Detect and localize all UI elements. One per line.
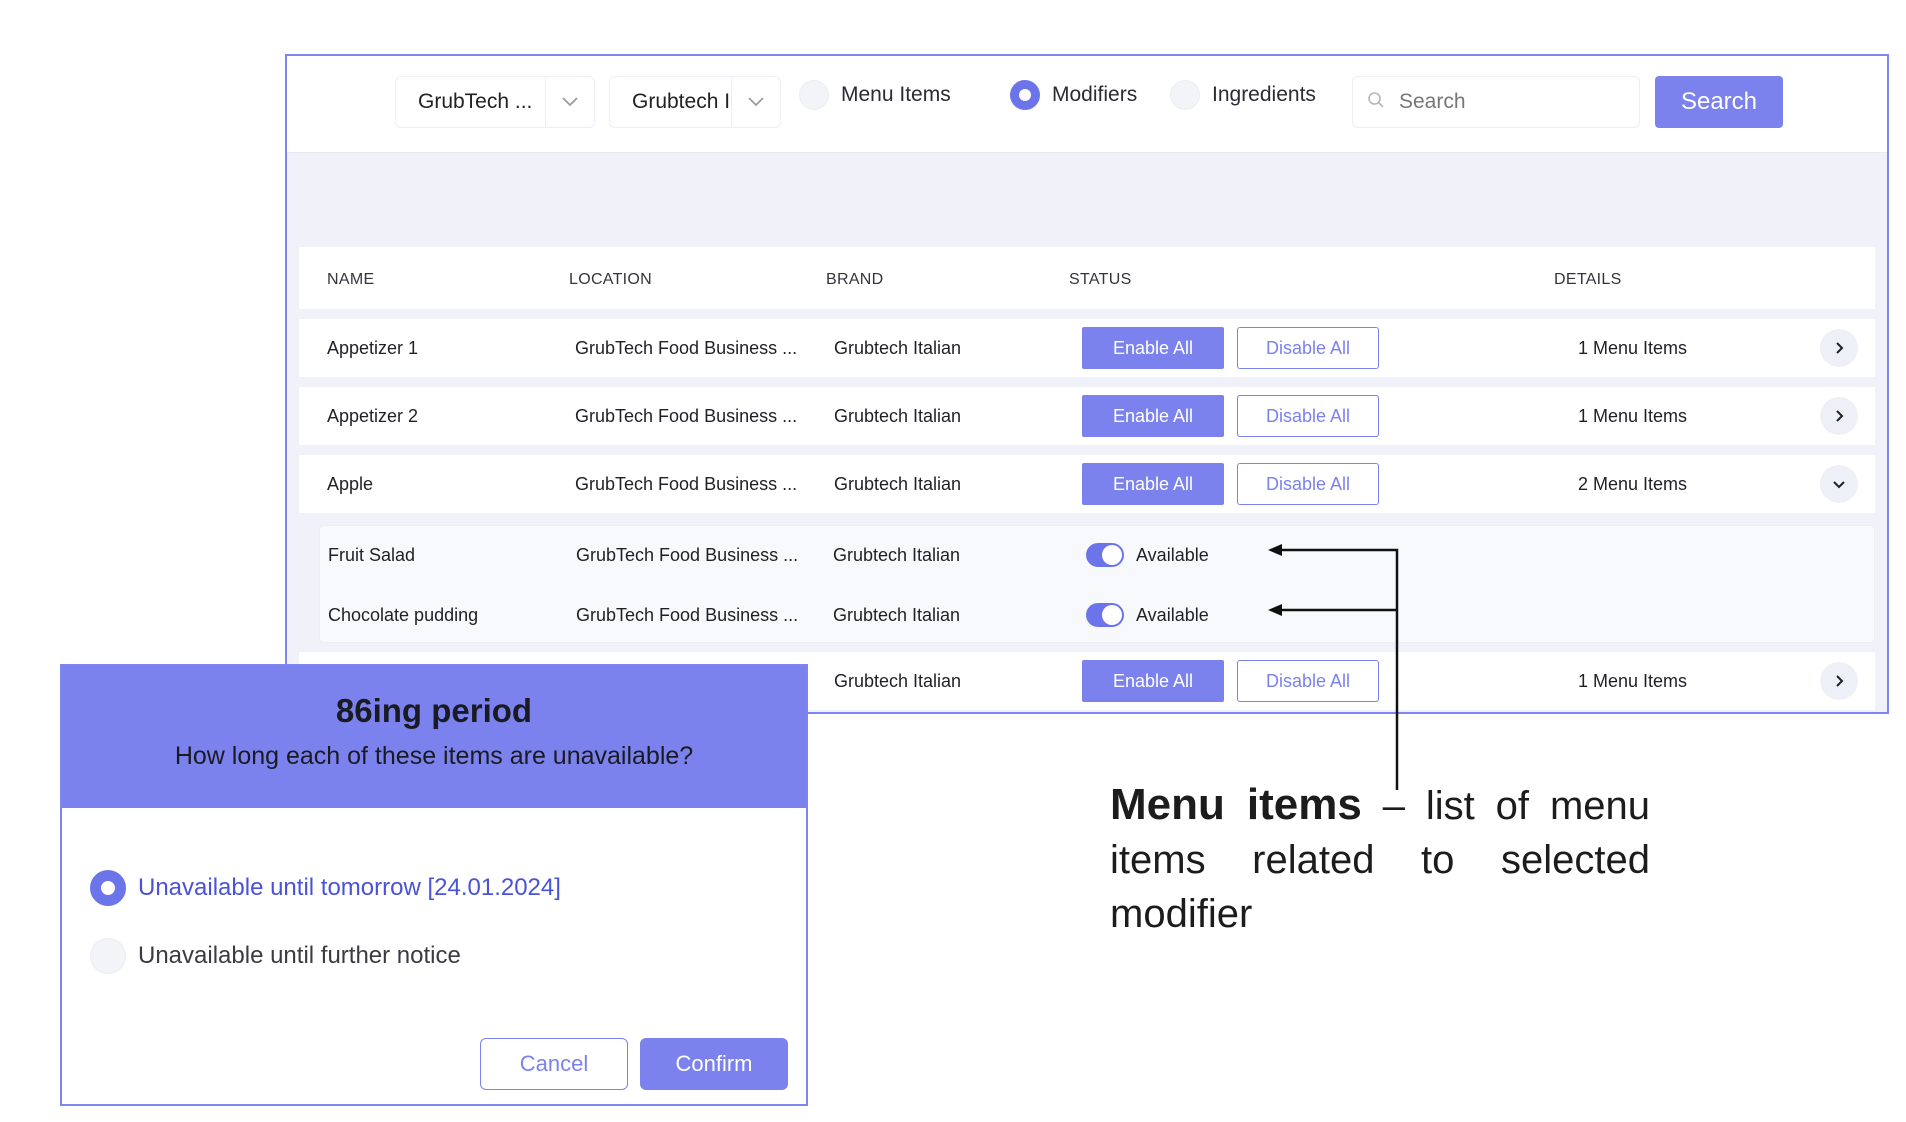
dialog-subtitle: How long each of these items are unavail… <box>174 742 694 770</box>
arrow-head-icon <box>1268 544 1282 556</box>
dialog-title: 86ing period <box>335 692 533 729</box>
annotation-bold: Menu items <box>1110 780 1362 829</box>
annotation-text: Menu items – list of menu items related … <box>1110 778 1650 941</box>
option-label: Unavailable until tomorrow [24.01.2024] <box>138 874 561 901</box>
cancel-button[interactable]: Cancel <box>480 1038 628 1090</box>
option-label: Unavailable until further notice <box>138 942 461 969</box>
radio-button-selected[interactable] <box>90 870 126 906</box>
86ing-period-dialog: 86ing period How long each of these item… <box>60 664 808 1106</box>
option-until-tomorrow[interactable]: Unavailable until tomorrow [24.01.2024] <box>90 870 561 906</box>
dialog-header: 86ing period How long each of these item… <box>62 666 806 808</box>
confirm-button[interactable]: Confirm <box>640 1038 788 1090</box>
option-further-notice[interactable]: Unavailable until further notice <box>90 938 461 974</box>
arrow-head-icon <box>1268 604 1282 616</box>
radio-button[interactable] <box>90 938 126 974</box>
